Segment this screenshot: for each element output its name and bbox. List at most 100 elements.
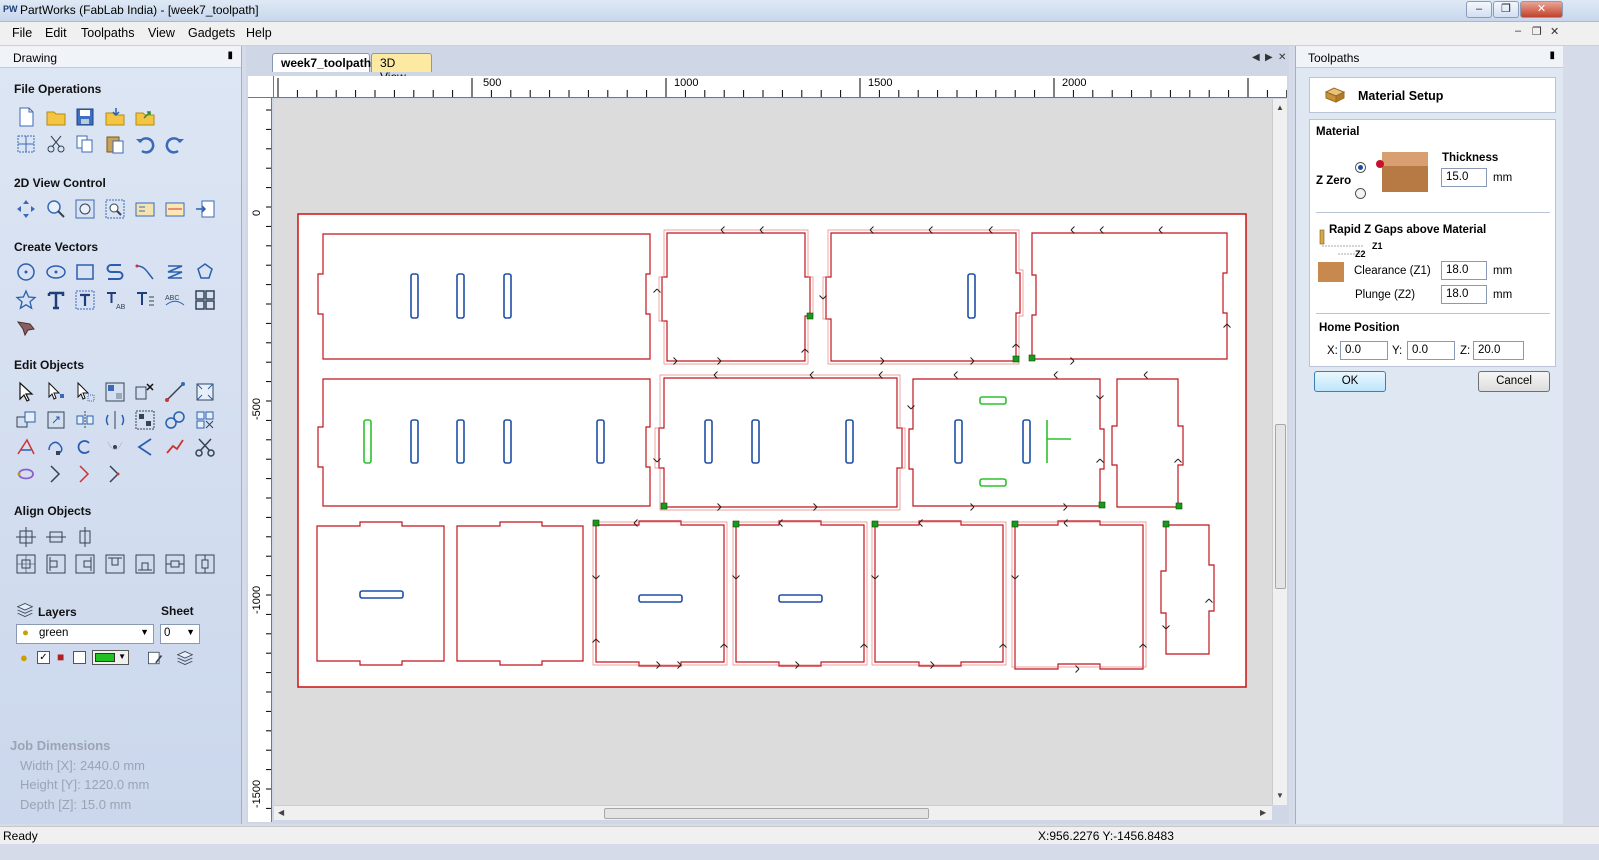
plunge-input[interactable]: 18.0 (1441, 285, 1487, 304)
toolpath-start-node[interactable] (1162, 520, 1170, 528)
align-right-icon[interactable] (74, 553, 96, 575)
toolpath-start-node[interactable] (1098, 501, 1106, 509)
toolpath-start-node[interactable] (1011, 520, 1019, 528)
tab-scroll-left-icon[interactable]: ◀ (1252, 52, 1260, 63)
scroll-down-icon[interactable]: ▼ (1276, 791, 1284, 800)
menu-view[interactable]: View (148, 26, 175, 40)
maximize-button[interactable]: ❐ (1493, 1, 1519, 18)
layer-dropdown[interactable]: ● green ▼ (16, 624, 154, 644)
layer-properties-icon[interactable] (146, 649, 164, 667)
layer-visible-checkbox[interactable]: ✓ (37, 651, 50, 664)
curve-tool-icon[interactable] (134, 261, 156, 283)
toolpath-start-node[interactable] (1012, 355, 1020, 363)
fillet-tool-icon[interactable] (104, 436, 126, 458)
tab-scroll-right-icon[interactable]: ▶ (1265, 52, 1273, 63)
offset-vectors-icon[interactable] (134, 436, 156, 458)
smooth-vectors-icon[interactable] (15, 463, 37, 485)
menu-gadgets[interactable]: Gadgets (188, 26, 235, 40)
text-on-curve-icon[interactable]: AB (104, 289, 126, 311)
pin-icon[interactable]: ▮ (227, 50, 233, 61)
z-zero-bottom-radio[interactable] (1355, 188, 1366, 199)
new-file-icon[interactable] (15, 106, 37, 128)
star-tool-icon[interactable] (15, 289, 37, 311)
size-objects-icon[interactable] (45, 409, 67, 431)
toolpath-start-node[interactable] (1028, 354, 1036, 362)
measure-tool-icon[interactable] (164, 381, 186, 403)
auto-layout-text-icon[interactable] (134, 289, 156, 311)
distribute-horizontal-icon[interactable] (164, 553, 186, 575)
toolpath-start-node[interactable] (1175, 502, 1183, 510)
lock-icon[interactable]: ■ (57, 650, 64, 664)
toolpath-start-node[interactable] (806, 312, 814, 320)
align-top-icon[interactable] (104, 553, 126, 575)
bitmap-trace-icon[interactable] (15, 316, 37, 338)
scale-objects-icon[interactable] (194, 381, 216, 403)
scroll-left-icon[interactable]: ◀ (278, 808, 284, 817)
arc-tool-icon[interactable] (164, 261, 186, 283)
home-z-input[interactable]: 20.0 (1473, 341, 1524, 360)
tab-close-icon[interactable]: ✕ (1278, 52, 1286, 63)
layer-visible-icon[interactable]: ● (20, 650, 28, 665)
extend-vector-icon[interactable] (74, 463, 96, 485)
scroll-up-icon[interactable]: ▲ (1276, 103, 1284, 112)
transform-tool-icon[interactable] (74, 381, 96, 403)
ok-button[interactable]: OK (1314, 371, 1386, 392)
thickness-input[interactable]: 15.0 (1441, 168, 1487, 187)
open-folder-icon[interactable] (45, 106, 67, 128)
nest-parts-icon[interactable] (194, 409, 216, 431)
toolpath-start-node[interactable] (592, 519, 600, 527)
toolpath-start-node[interactable] (732, 520, 740, 528)
group-objects-icon[interactable] (134, 409, 156, 431)
polygon-tool-icon[interactable] (194, 261, 216, 283)
ellipse-tool-icon[interactable] (45, 261, 67, 283)
drawing-canvas[interactable] (274, 99, 1272, 805)
polyline-tool-icon[interactable] (104, 261, 126, 283)
node-edit-icon[interactable] (45, 381, 67, 403)
vertical-scroll-thumb[interactable] (1275, 424, 1286, 589)
scissors-icon[interactable] (194, 436, 216, 458)
job-setup-icon[interactable] (15, 133, 37, 155)
align-center-x-icon[interactable] (45, 526, 67, 548)
import-icon[interactable] (104, 106, 126, 128)
undo-icon[interactable] (134, 133, 156, 155)
text-arc-icon[interactable]: ABC (164, 289, 186, 311)
align-bottom-icon[interactable] (134, 553, 156, 575)
sheet-dropdown[interactable]: 0 ▼ (160, 624, 200, 644)
mirror-objects-icon[interactable] (74, 409, 96, 431)
distribute-vertical-icon[interactable] (194, 553, 216, 575)
scroll-right-icon[interactable]: ▶ (1260, 808, 1266, 817)
zoom-all-icon[interactable] (74, 198, 96, 220)
pin-icon[interactable]: ▮ (1549, 50, 1555, 61)
layer-color-picker[interactable]: ▼ (92, 650, 129, 665)
chamfer-tool-icon[interactable] (104, 463, 126, 485)
interactive-sizing-icon[interactable] (104, 381, 126, 403)
align-left-icon[interactable] (45, 553, 67, 575)
layer-manager-icon[interactable] (176, 649, 194, 667)
home-y-input[interactable]: 0.0 (1407, 341, 1455, 360)
circle-tool-icon[interactable] (15, 261, 37, 283)
menu-toolpaths[interactable]: Toolpaths (81, 26, 135, 40)
menu-file[interactable]: File (12, 26, 32, 40)
text-box-tool-icon[interactable] (74, 289, 96, 311)
zoom-box-icon[interactable] (45, 198, 67, 220)
layer-lock-checkbox[interactable] (73, 651, 86, 664)
vertical-scrollbar[interactable]: ▲ ▼ (1272, 99, 1287, 805)
view-options-icon[interactable] (134, 198, 156, 220)
center-in-material-icon[interactable] (15, 553, 37, 575)
toolpath-start-node[interactable] (660, 502, 668, 510)
import-bitmap-icon[interactable] (134, 106, 156, 128)
curve-fit-icon[interactable] (164, 436, 186, 458)
clearance-input[interactable]: 18.0 (1441, 261, 1487, 280)
tab-week7-toolpath[interactable]: week7_toolpath (272, 53, 371, 72)
mdi-minimize-icon[interactable]: – (1515, 25, 1521, 37)
menu-help[interactable]: Help (246, 26, 272, 40)
rotate-objects-icon[interactable] (104, 409, 126, 431)
zoom-selection-icon[interactable] (104, 198, 126, 220)
delete-objects-icon[interactable] (134, 381, 156, 403)
weld-vectors-icon[interactable] (164, 409, 186, 431)
layer-view-icon[interactable] (164, 198, 186, 220)
home-x-input[interactable]: 0.0 (1340, 341, 1388, 360)
align-center-y-icon[interactable] (74, 526, 96, 548)
tab-3d-view[interactable]: 3D View (371, 53, 432, 84)
close-vectors-icon[interactable] (74, 436, 96, 458)
